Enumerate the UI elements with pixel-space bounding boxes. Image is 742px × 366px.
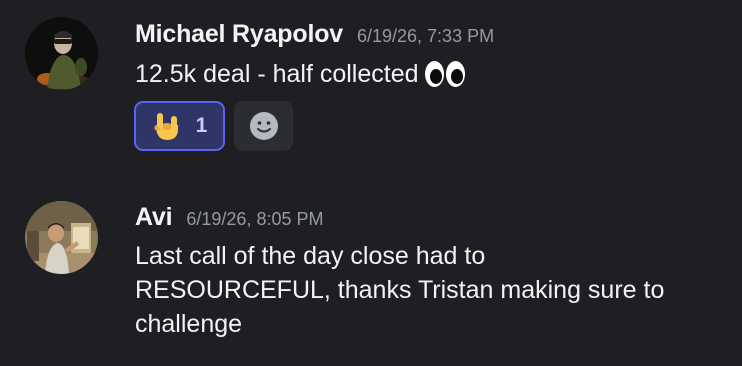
message: Michael Ryapolov 6/19/26, 7:33 PM 12.5k … [0, 0, 742, 170]
username[interactable]: Avi [135, 203, 173, 232]
avatar[interactable] [25, 201, 98, 274]
reaction-count: 1 [195, 114, 208, 137]
message-content: 12.5k deal - half collected [135, 57, 465, 91]
timestamp[interactable]: 6/19/26, 8:05 PM [186, 209, 323, 230]
avatar-image [25, 17, 98, 90]
eyes-emoji [424, 61, 465, 87]
smiley-icon [249, 112, 278, 140]
message-text: 12.5k deal - half collected [135, 60, 419, 88]
avatar[interactable] [25, 17, 98, 90]
avatar-image [25, 201, 98, 274]
timestamp[interactable]: 6/19/26, 7:33 PM [357, 26, 494, 47]
message-text-line: Last call of the day close had to [135, 242, 486, 270]
message-header: Michael Ryapolov 6/19/26, 7:33 PM [135, 20, 494, 49]
add-reaction-button[interactable] [234, 101, 293, 151]
message-text-line: challenge [135, 310, 243, 338]
message: Avi 6/19/26, 8:05 PM Last call of the da… [0, 190, 742, 366]
sign-of-the-horns-emoji [153, 113, 178, 140]
message-content: Last call of the day close had to RESOUR… [135, 239, 725, 341]
message-header: Avi 6/19/26, 8:05 PM [135, 203, 323, 232]
message-text-line: RESOURCEFUL, thanks Tristan making sure … [135, 276, 665, 304]
chat-log: Michael Ryapolov 6/19/26, 7:33 PM 12.5k … [0, 0, 742, 366]
reaction-sign-of-the-horns[interactable]: 1 [134, 101, 225, 151]
reactions-bar: 1 [134, 101, 293, 151]
username[interactable]: Michael Ryapolov [135, 20, 343, 49]
